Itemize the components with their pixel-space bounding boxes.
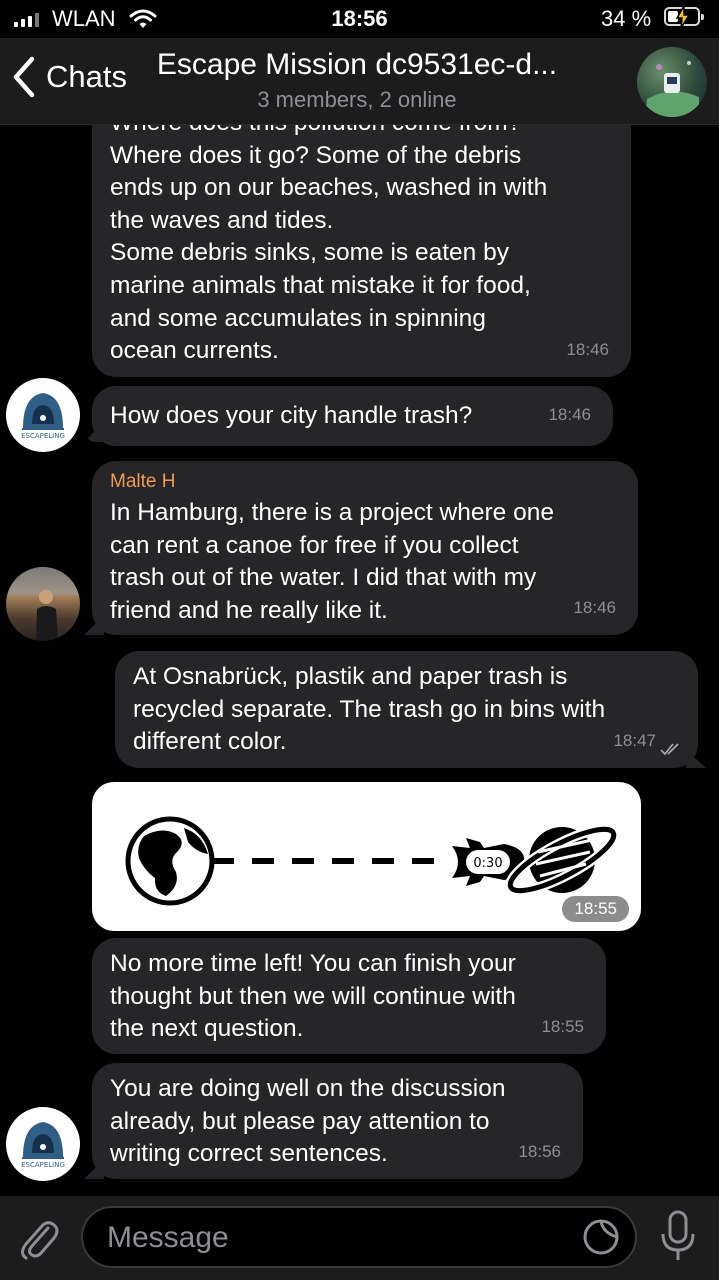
back-button[interactable]: Chats [12,56,127,98]
back-label: Chats [46,59,127,94]
message-text: You are doing well on the discussion alr… [110,1075,506,1168]
message-bubble[interactable]: Malte H In Hamburg, there is a project w… [92,461,638,635]
group-avatar[interactable] [637,47,707,117]
chat-title[interactable]: Escape Mission dc9531ec-d... [140,48,574,82]
microphone-icon[interactable] [660,1210,696,1262]
status-bar: WLAN 18:56 34 % [0,0,719,38]
dashed-trajectory [212,858,434,864]
message-text: In Hamburg, there is a project where one… [110,499,554,624]
message-bubble[interactable]: How does your city handle trash? 18:46 [92,386,613,446]
battery-percent: 34 % [601,6,652,31]
sender-name[interactable]: Malte H [110,471,620,493]
message-text: How does your city handle trash? [110,402,473,429]
message-time: 18:47 [613,731,656,751]
message-time: 18:46 [548,405,591,425]
outgoing-message-bubble[interactable]: At Osnabrück, plastik and paper trash is… [115,651,698,768]
message-time: 18:46 [573,598,616,618]
sticker-icon[interactable] [581,1217,621,1257]
chat-header: Chats Escape Mission dc9531ec-d... 3 mem… [0,38,719,125]
message-list[interactable]: Where does this pollution come from? Whe… [0,125,719,1195]
message-time: 18:56 [518,1142,561,1162]
battery-icon [664,6,704,28]
message-input-bar [0,1196,719,1280]
message-bubble[interactable]: Where does this pollution come from? Whe… [92,125,631,377]
svg-text:ESCAPELING: ESCAPELING [21,432,65,440]
message-text: Where does this pollution come from? Whe… [110,125,548,365]
message-time: 18:55 [562,896,629,922]
avatar-escapeling[interactable]: ESCAPELING [6,378,80,452]
svg-text:ESCAPELING: ESCAPELING [21,1161,65,1169]
message-text: At Osnabrück, plastik and paper trash is… [133,663,606,756]
message-field[interactable] [81,1206,637,1268]
timer-label: 0:30 [473,856,502,871]
avatar-escapeling[interactable]: ESCAPELING [6,1107,80,1181]
read-receipt-icon [660,743,679,756]
message-bubble[interactable]: You are doing well on the discussion alr… [92,1063,583,1179]
message-time: 18:46 [566,340,609,360]
chevron-left-icon [13,56,35,98]
message-text: No more time left! You can finish your t… [110,950,516,1043]
message-time: 18:55 [541,1017,584,1037]
avatar-malte-h[interactable] [6,567,80,641]
countdown-illustration: 0:30 [125,816,619,906]
chat-subtitle: 3 members, 2 online [257,87,457,112]
message-bubble[interactable]: No more time left! You can finish your t… [92,938,606,1054]
image-message[interactable]: 0:30 18:55 [92,782,641,931]
message-input[interactable] [105,1217,569,1259]
attach-icon[interactable] [18,1214,60,1260]
